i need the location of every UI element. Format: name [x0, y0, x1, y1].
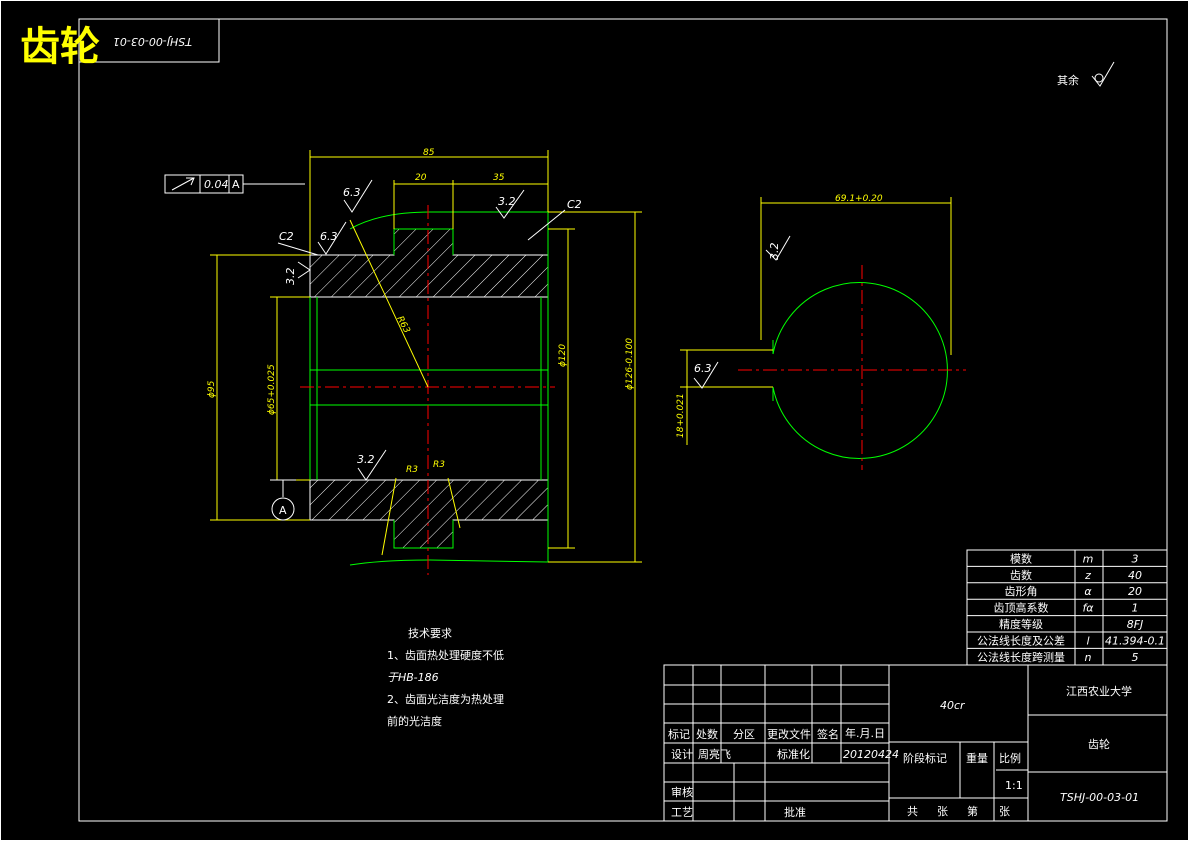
tb-biaozhunhua: 标准化: [777, 747, 810, 761]
tb-zhang1: 张: [937, 805, 948, 818]
tolerance-frame: 0.04 A: [164, 174, 244, 194]
tb-zhang2: 张: [999, 805, 1010, 818]
param-value: 20: [1128, 585, 1142, 598]
dim-c2-left: C2: [279, 230, 294, 243]
cad-drawing: TSHJ-00-03-01 齿轮 其余 85 20 35 C2 C2 R63 ϕ…: [0, 0, 1189, 841]
tb-school: 江西农业大学: [1066, 684, 1132, 698]
datum-label: A: [279, 504, 287, 517]
tb-gongyi: 工艺: [671, 806, 693, 819]
drawing-title: 齿轮: [20, 24, 100, 70]
tb-h-biaoji: 标记: [668, 727, 690, 741]
param-symbol: α: [1084, 585, 1092, 598]
tb-zhongliang: 重量: [966, 751, 988, 765]
rough-63-c: 6.3: [694, 362, 712, 375]
drawing-code-mirrored: TSHJ-00-03-01: [113, 35, 192, 48]
tb-part-name: 齿轮: [1088, 737, 1110, 751]
rough-63-b: 6.3: [320, 230, 338, 243]
end-view: 69.1+0.20 18+0.021 3.2 6.3: [676, 194, 966, 470]
tolerance-datum: A: [232, 178, 240, 191]
roughness-note: 其余: [1057, 73, 1079, 87]
tb-h-gengwen: 更改文件: [767, 727, 811, 741]
param-symbol: m: [1083, 552, 1094, 565]
tb-jieduan: 阶段标记: [903, 751, 947, 765]
tb-shenhe: 审核: [671, 785, 693, 799]
param-name: 公法线长度跨测量: [977, 650, 1065, 664]
dim-r3-left: R3: [406, 465, 418, 475]
rough-32-d: 3.2: [768, 243, 781, 261]
param-value: 3: [1132, 552, 1139, 565]
lower-hatch: [309, 479, 549, 549]
dimension-texts: 85 20 35 C2 C2 R63 ϕ95 ϕ65+0.025 ϕ120 ϕ1…: [207, 148, 635, 517]
outer-frame: [0, 0, 1189, 841]
param-name: 公法线长度及公差: [977, 633, 1065, 647]
tolerance-value: 0.04: [204, 178, 229, 191]
tb-pizhun: 批准: [784, 805, 806, 819]
rough-32-b: 3.2: [284, 268, 297, 286]
tb-scale: 1:1: [1005, 779, 1023, 792]
dim-85: 85: [423, 148, 435, 158]
param-value: 1: [1132, 602, 1139, 615]
dim-20: 20: [415, 173, 427, 183]
param-symbol: fα: [1082, 602, 1094, 615]
tb-h-qianming: 签名: [817, 727, 839, 741]
param-name: 齿数: [1010, 569, 1032, 582]
title-block: 标记 处数 分区 更改文件 签名 年.月.日 设计 周亮飞 标准化 201204…: [663, 664, 1168, 822]
param-symbol: z: [1084, 569, 1091, 582]
gear-param-table: 模数 m 3 齿数 z 40 齿形角 α 20 齿顶高系数 fα 1 精度等级 8FJ 公法线长度及公差 l 4…: [966, 549, 1168, 666]
tb-h-date: 年.月.日: [845, 726, 885, 740]
dim-r63: R63: [394, 315, 411, 336]
param-symbol: l: [1086, 634, 1089, 647]
param-value: 8FJ: [1127, 618, 1144, 631]
tech-req-line4: 前的光洁度: [387, 714, 442, 728]
tb-designer: 周亮飞: [698, 747, 731, 761]
param-value: 41.394-0.1: [1105, 634, 1165, 647]
tb-code: TSHJ-00-03-01: [1060, 791, 1139, 804]
param-name: 模数: [1010, 552, 1032, 565]
param-value: 40: [1128, 569, 1142, 582]
param-name: 齿顶高系数: [994, 601, 1049, 615]
tech-req-line1: 1、齿面热处理硬度不低: [387, 648, 504, 662]
tb-sheji: 设计: [671, 748, 693, 761]
param-name: 精度等级: [999, 617, 1043, 631]
tech-req-line2: 于HB-186: [387, 671, 439, 684]
tech-req-line3: 2、齿面光洁度为热处理: [387, 692, 504, 706]
roughness-symbol-icon: [1091, 61, 1115, 87]
gear-section-view: [300, 205, 555, 575]
dim-35: 35: [493, 173, 505, 183]
upper-hatch: [309, 228, 549, 298]
tech-requirements: 技术要求 1、齿面热处理硬度不低 于HB-186 2、齿面光洁度为热处理 前的光…: [387, 627, 504, 728]
dim-d126: ϕ126-0.100: [625, 338, 635, 390]
rough-32-c: 3.2: [357, 453, 375, 466]
tech-req-heading: 技术要求: [408, 627, 452, 640]
dim-r3-right: R3: [433, 460, 445, 470]
dim-key-width: 69.1+0.20: [835, 194, 883, 204]
dim-key-depth: 18+0.021: [676, 393, 686, 438]
rough-63-a: 6.3: [343, 186, 361, 199]
runout-icon: [171, 177, 195, 191]
dim-c2-right: C2: [567, 198, 582, 211]
tb-date: 20120424: [843, 748, 899, 761]
dim-d65: ϕ65+0.025: [267, 364, 277, 415]
tb-di: 第: [967, 804, 978, 818]
tb-h-fenqu: 分区: [733, 728, 755, 741]
inner-frame: [78, 18, 1168, 822]
dim-d120: ϕ120: [558, 344, 568, 367]
param-symbol: n: [1085, 651, 1092, 664]
rough-32-a: 3.2: [498, 195, 516, 208]
tb-h-chushu: 处数: [696, 728, 718, 741]
dim-d95: ϕ95: [207, 380, 217, 398]
param-value: 5: [1132, 651, 1139, 664]
tb-bili: 比例: [999, 751, 1021, 765]
param-name: 齿形角: [1005, 585, 1038, 598]
tb-material: 40cr: [940, 699, 966, 712]
tb-gong: 共: [907, 805, 918, 818]
